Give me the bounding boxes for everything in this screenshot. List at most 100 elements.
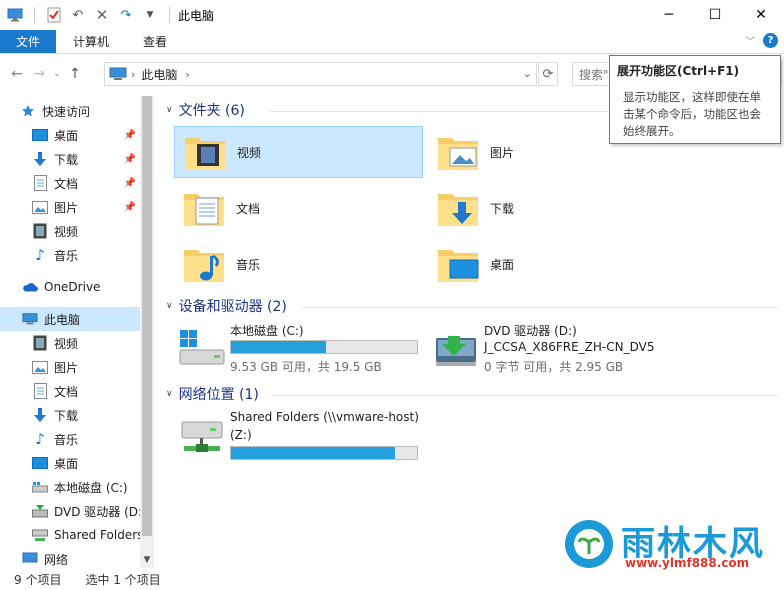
sidebar-item-documents[interactable]: 文档 📌 [32, 171, 140, 195]
breadcrumb[interactable]: 此电脑 [141, 66, 177, 83]
drive-usage-fill [231, 447, 395, 459]
chevron-down-icon[interactable]: ⌄ [523, 67, 532, 80]
document-folder-icon [182, 186, 226, 230]
drive-name: 本地磁盘 (C:) [230, 324, 304, 338]
pin-icon[interactable]: 📌 [124, 178, 136, 189]
recent-locations-icon[interactable]: ⌄ [50, 63, 64, 85]
collapse-caret-icon[interactable]: ∨ [166, 105, 173, 115]
download-folder-icon [436, 186, 480, 230]
pin-icon[interactable]: 📌 [124, 154, 136, 165]
sidebar-item-label: 视频 [54, 224, 79, 239]
sidebar-item-downloads-pc[interactable]: 下载 [32, 403, 140, 427]
sidebar-item-shared-folders[interactable]: Shared Folders [32, 523, 140, 547]
pin-icon[interactable]: 📌 [124, 202, 136, 213]
dvd-icon [32, 503, 48, 519]
delete-icon[interactable]: ✕ [93, 6, 111, 24]
scroll-down-icon[interactable]: ▼ [140, 552, 154, 568]
properties-icon[interactable] [45, 6, 63, 24]
sidebar-item-label: 本地磁盘 (C:) [54, 480, 128, 495]
help-icon[interactable]: ? [763, 33, 778, 48]
maximize-button[interactable]: ☐ [692, 0, 738, 30]
sidebar-item-pictures-pc[interactable]: 图片 [32, 355, 140, 379]
sidebar-scrollbar[interactable]: ▼ [140, 96, 154, 568]
sidebar-item-music-pc[interactable]: ♪ 音乐 [32, 427, 140, 451]
desktop-folder-icon [436, 242, 480, 286]
close-button[interactable]: ✕ [738, 0, 784, 30]
minimize-button[interactable]: ─ [646, 0, 692, 30]
drive-icon [32, 479, 48, 495]
tooltip-title: 展开功能区(Ctrl+F1) [617, 64, 740, 78]
sidebar-item-onedrive[interactable]: OneDrive [22, 275, 140, 299]
tooltip-body: 显示功能区，这样即使在单 击某个命令后，功能区也会 始终展开。 [617, 89, 773, 140]
sidebar-item-music[interactable]: ♪ 音乐 [32, 243, 140, 267]
sidebar-item-quick-access[interactable]: 快速访问 [20, 99, 160, 123]
customize-dropdown-icon[interactable]: ▼ [141, 6, 159, 24]
folder-documents[interactable]: 文档 [174, 182, 423, 234]
computer-icon [6, 6, 24, 24]
chevron-right-icon[interactable]: › [185, 68, 189, 81]
sidebar-item-dvd[interactable]: DVD 驱动器 (D: [32, 499, 140, 523]
folder-label: 音乐 [236, 257, 261, 272]
video-folder-icon [183, 130, 227, 174]
tab-view[interactable]: 查看 [126, 30, 184, 53]
sidebar-item-label: DVD 驱动器 (D: [54, 504, 140, 519]
quick-access-toolbar: ↶ ✕ ↷ ▼ [0, 0, 174, 30]
folder-desktop[interactable]: 桌面 [428, 238, 677, 290]
tooltip-line: 始终展开。 [623, 124, 681, 138]
sidebar-item-this-pc[interactable]: 此电脑 [0, 307, 140, 331]
toolbar-divider [34, 7, 35, 23]
sidebar-item-label: 快速访问 [42, 104, 91, 119]
sidebar-item-label: 文档 [54, 176, 79, 191]
drive-name: Shared Folders (\\vmware-host) [230, 410, 419, 424]
forward-button[interactable]: → [28, 63, 50, 85]
expand-ribbon-icon[interactable]: ﹀ [745, 33, 755, 48]
sidebar-item-label: 下载 [54, 152, 79, 167]
network-drive-icon [32, 527, 48, 543]
folder-downloads[interactable]: 下载 [428, 182, 677, 234]
sidebar-item-videos-pc[interactable]: 视频 [32, 331, 140, 355]
refresh-button[interactable]: ⟳ [538, 62, 558, 86]
undo-icon[interactable]: ↶ [69, 6, 87, 24]
collapse-caret-icon[interactable]: ∨ [166, 301, 173, 311]
music-folder-icon [182, 242, 226, 286]
sidebar-item-label: 此电脑 [44, 312, 81, 327]
picture-icon [32, 359, 48, 375]
drive-dvd[interactable]: DVD 驱动器 (D:) J_CCSA_X86FRE_ZH-CN_DV5 0 字… [428, 322, 678, 378]
sidebar-item-label: 桌面 [54, 128, 79, 143]
sidebar-item-pictures[interactable]: 图片 📌 [32, 195, 140, 219]
scrollbar-thumb[interactable] [142, 96, 152, 536]
drive-volume-label: J_CCSA_X86FRE_ZH-CN_DV5 [484, 340, 655, 354]
drive-name: DVD 驱动器 (D:) [484, 324, 577, 338]
sidebar-item-desktop[interactable]: 桌面 📌 [32, 123, 140, 147]
chevron-right-icon[interactable]: › [131, 68, 135, 81]
collapse-caret-icon[interactable]: ∨ [166, 389, 173, 399]
sidebar-item-drive-c[interactable]: 本地磁盘 (C:) [32, 475, 140, 499]
up-button[interactable]: ↑ [64, 63, 86, 85]
item-count: 9 个项目 [14, 572, 62, 587]
sidebar-item-label: 下载 [54, 408, 79, 423]
group-header-devices[interactable]: ∨ 设备和驱动器 (2) [166, 296, 287, 316]
drive-volume-label: (Z:) [230, 428, 252, 442]
folder-music[interactable]: 音乐 [174, 238, 423, 290]
sidebar-item-label: 音乐 [54, 432, 79, 447]
ribbon-tabs: 文件 计算机 查看 ﹀ ? [0, 30, 784, 54]
tab-computer[interactable]: 计算机 [56, 30, 126, 53]
pin-icon[interactable]: 📌 [124, 130, 136, 141]
group-header-folders[interactable]: ∨ 文件夹 (6) [166, 100, 245, 120]
navigation-pane: 快速访问 桌面 📌 下载 📌 文档 📌 图片 📌 视频 ♪ 音乐 OneDriv… [0, 96, 154, 568]
back-button[interactable]: ← [6, 63, 28, 85]
sidebar-item-downloads[interactable]: 下载 📌 [32, 147, 140, 171]
computer-icon [22, 311, 38, 327]
sidebar-item-documents-pc[interactable]: 文档 [32, 379, 140, 403]
drive-usage-bar [230, 340, 418, 354]
sidebar-item-desktop-pc[interactable]: 桌面 [32, 451, 140, 475]
group-header-network[interactable]: ∨ 网络位置 (1) [166, 384, 259, 404]
address-bar[interactable]: › 此电脑 › ⌄ [104, 62, 537, 86]
tab-file[interactable]: 文件 [0, 30, 56, 53]
redo-icon[interactable]: ↷ [117, 6, 135, 24]
drive-c[interactable]: 本地磁盘 (C:) 9.53 GB 可用，共 19.5 GB [174, 322, 424, 378]
network-drive-shared[interactable]: Shared Folders (\\vmware-host) (Z:) [174, 410, 424, 466]
sidebar-item-videos[interactable]: 视频 [32, 219, 140, 243]
sidebar-item-network[interactable]: 网络 [22, 551, 140, 568]
folder-videos[interactable]: 视频 [174, 126, 423, 178]
